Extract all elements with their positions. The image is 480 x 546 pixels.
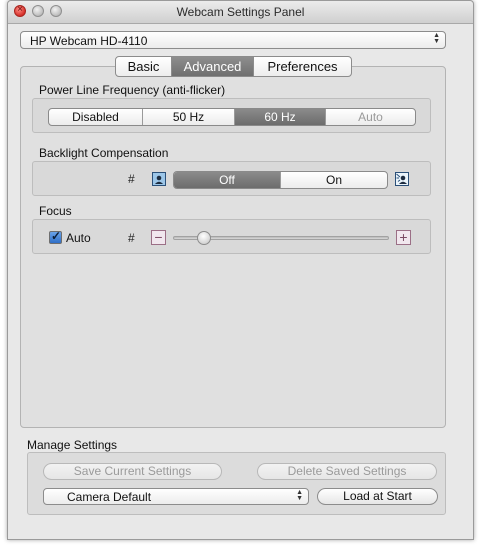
backlight-option-on[interactable]: On [281, 172, 387, 188]
device-select-value: HP Webcam HD-4110 [30, 34, 148, 48]
power-line-group: Disabled 50 Hz 60 Hz Auto [32, 98, 431, 133]
checkmark-icon: ✓ [51, 229, 62, 243]
plus-icon: + [399, 229, 408, 245]
power-line-option-auto: Auto [358, 110, 383, 124]
preset-select-value: Camera Default [67, 490, 152, 504]
delete-saved-settings-button: Delete Saved Settings [257, 463, 437, 480]
tab-basic[interactable]: Basic [116, 57, 172, 76]
load-at-start-button[interactable]: Load at Start [317, 488, 438, 505]
backlight-option-off[interactable]: Off [174, 172, 281, 188]
advanced-tab-panel: Power Line Frequency (anti-flicker) Disa… [20, 66, 446, 428]
backlight-marker: # [128, 172, 135, 186]
manage-settings-group: Save Current Settings Delete Saved Setti… [27, 452, 446, 515]
save-current-settings-button: Save Current Settings [43, 463, 222, 480]
focus-increase-button[interactable]: + [396, 229, 411, 245]
focus-auto-label: Auto [66, 231, 91, 245]
tab-preferences[interactable]: Preferences [254, 57, 351, 76]
manage-settings-label: Manage Settings [27, 438, 118, 452]
power-line-option-60hz[interactable]: 60 Hz [235, 109, 326, 125]
updown-arrows-icon: ▲ ▼ [296, 489, 303, 502]
focus-label: Focus [39, 204, 72, 218]
backlight-group: # Off On [32, 161, 431, 196]
title-bar[interactable]: × Webcam Settings Panel [8, 1, 473, 24]
focus-group: ✓ Auto # − + [32, 219, 431, 254]
focus-slider-knob[interactable] [197, 231, 212, 245]
preset-select[interactable]: Camera Default ▲ ▼ [43, 488, 309, 505]
backlight-low-icon[interactable] [152, 172, 166, 186]
backlight-segmented-control: Off On [173, 171, 388, 189]
focus-auto-checkbox[interactable]: ✓ [49, 229, 62, 244]
minus-icon: − [154, 229, 163, 245]
updown-arrows-icon: ▲ ▼ [433, 32, 440, 45]
backlight-high-icon[interactable] [395, 172, 409, 186]
power-line-label: Power Line Frequency (anti-flicker) [39, 83, 226, 97]
window-title: Webcam Settings Panel [176, 5, 305, 19]
backlight-label: Backlight Compensation [39, 146, 169, 160]
tab-advanced[interactable]: Advanced [172, 57, 254, 76]
power-line-option-50hz[interactable]: 50 Hz [143, 109, 235, 125]
tab-bar: Basic Advanced Preferences [115, 56, 352, 77]
focus-decrease-button[interactable]: − [151, 229, 166, 245]
power-line-segmented-control: Disabled 50 Hz 60 Hz Auto [48, 108, 416, 126]
device-select[interactable]: HP Webcam HD-4110 ▲ ▼ [20, 31, 446, 49]
focus-marker: # [128, 231, 135, 245]
power-line-option-disabled[interactable]: Disabled [49, 109, 143, 125]
